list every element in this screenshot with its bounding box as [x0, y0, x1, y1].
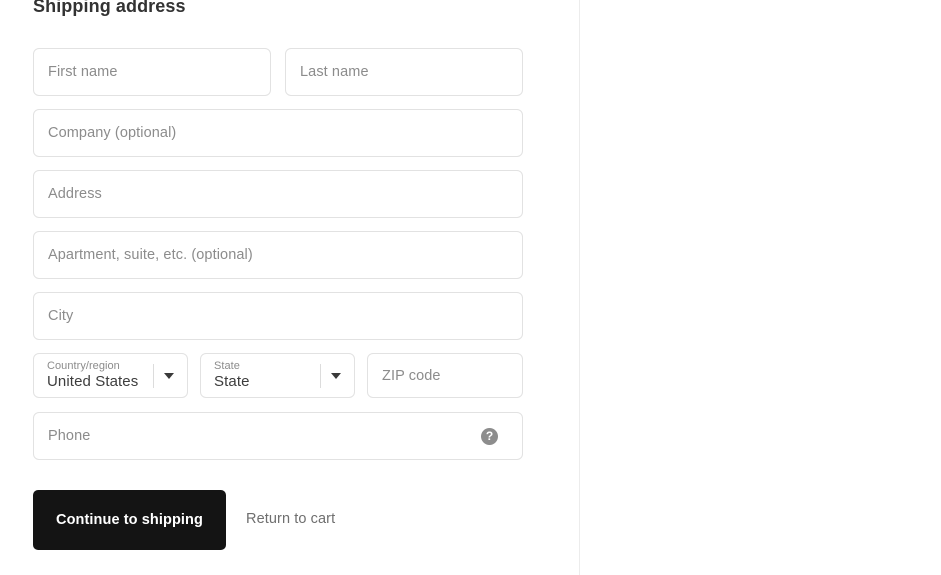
last-name-placeholder: Last name — [300, 64, 369, 80]
phone-field[interactable]: Phone ? — [33, 412, 523, 460]
first-name-placeholder: First name — [48, 64, 118, 80]
country-region-text: Country/region United States — [47, 360, 153, 391]
continue-to-shipping-button[interactable]: Continue to shipping — [33, 490, 226, 550]
state-select-separator — [320, 363, 321, 388]
company-field[interactable]: Company (optional) — [33, 109, 523, 157]
zip-code-placeholder: ZIP code — [382, 367, 441, 384]
checkout-shipping-page: Shipping address First name Last name Co… — [0, 0, 941, 575]
state-value: State — [214, 373, 250, 390]
return-to-cart-link[interactable]: Return to cart — [246, 511, 335, 527]
address-field[interactable]: Address — [33, 170, 523, 218]
phone-placeholder: Phone — [48, 428, 91, 444]
address-placeholder: Address — [48, 186, 102, 202]
country-region-label: Country/region — [47, 360, 120, 372]
country-select-separator — [153, 363, 154, 388]
chevron-down-icon[interactable] — [331, 372, 341, 379]
help-circle-icon[interactable]: ? — [481, 427, 498, 445]
first-name-field[interactable]: First name — [33, 48, 271, 96]
page-title: Shipping address — [33, 0, 186, 16]
company-placeholder: Company (optional) — [48, 125, 177, 141]
country-region-select[interactable]: Country/region United States — [33, 353, 188, 398]
country-region-value: United States — [47, 373, 139, 390]
column-divider — [579, 0, 580, 575]
state-text: State State — [214, 360, 320, 391]
last-name-field[interactable]: Last name — [285, 48, 523, 96]
state-select[interactable]: State State — [200, 353, 355, 398]
apartment-placeholder: Apartment, suite, etc. (optional) — [48, 247, 253, 263]
city-field[interactable]: City — [33, 292, 523, 340]
shipping-address-form: Shipping address First name Last name Co… — [0, 0, 579, 575]
city-placeholder: City — [48, 308, 74, 324]
chevron-down-icon[interactable] — [164, 372, 174, 379]
apartment-field[interactable]: Apartment, suite, etc. (optional) — [33, 231, 523, 279]
state-label: State — [214, 360, 240, 372]
zip-code-field[interactable]: ZIP code — [367, 353, 523, 398]
